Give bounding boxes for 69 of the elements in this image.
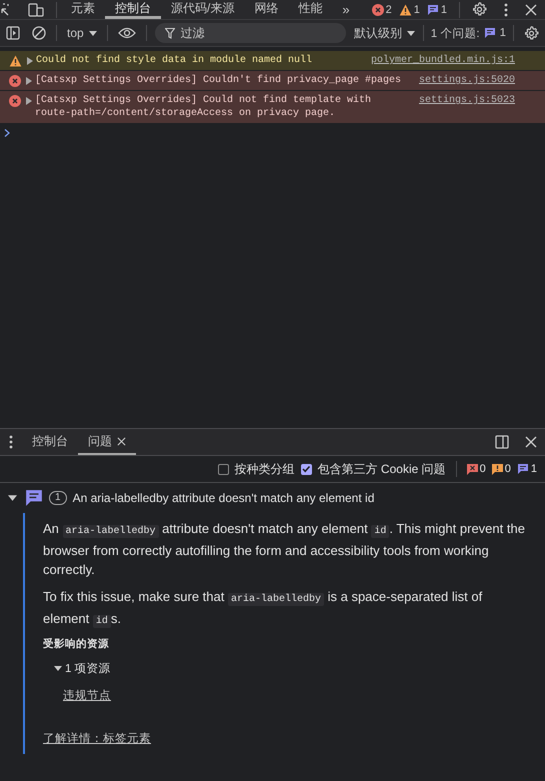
expand-arrow-icon <box>27 57 33 65</box>
section-heading: 受影响的资源 <box>43 637 109 651</box>
error-icon <box>372 4 384 16</box>
issue-description: To fix this issue, make sure that aria-labelledby is a space-separated list of element id s. <box>43 588 484 630</box>
clear-icon[interactable] <box>32 26 46 40</box>
sidebar-toggle-icon[interactable] <box>6 26 20 40</box>
count-badge: 1 <box>49 491 67 505</box>
panel-tab[interactable]: 源代码/来源 <box>161 0 244 19</box>
count-label: 1 <box>530 463 537 475</box>
message-icon <box>516 463 529 475</box>
caret-icon <box>88 30 97 36</box>
panel-tab[interactable]: 性能 <box>288 0 332 19</box>
count-label: 0 <box>480 463 486 475</box>
issue-description: An aria-labelledby attribute doesn't match any element id . This might prevent the browser from correctly autofilling the form and accessibility tools from working correctly. <box>43 520 526 579</box>
more-options-icon[interactable] <box>9 435 13 449</box>
settings-icon[interactable] <box>472 2 487 17</box>
more-options-icon[interactable] <box>504 2 508 16</box>
issue-header[interactable]: 1 An aria-labelledby attribute doesn't match any element id <box>0 483 545 513</box>
panel-tab[interactable]: 网络 <box>244 0 288 19</box>
checkbox[interactable] <box>300 464 312 474</box>
warning-icon <box>398 4 412 16</box>
checkbox[interactable] <box>218 464 229 474</box>
message-text: Could not find style data in module named null <box>36 54 314 67</box>
expand-arrow-icon <box>26 77 32 85</box>
resources-toggle[interactable]: 1 项资源 <box>54 661 111 676</box>
check-icon <box>301 464 312 474</box>
node-link[interactable]: 违规节点 <box>63 688 111 703</box>
issue-counter[interactable]: 2 1 1 <box>372 4 455 16</box>
device-icon[interactable] <box>28 2 44 16</box>
settings-icon[interactable] <box>524 26 539 40</box>
dock-side-icon[interactable] <box>495 435 509 449</box>
more-tabs-button[interactable]: » <box>332 2 360 17</box>
count-label: 2 <box>386 4 392 16</box>
filter-field[interactable]: 过滤 <box>154 23 346 43</box>
warning-flag-icon <box>492 464 503 474</box>
collapse-arrow-icon <box>54 666 62 671</box>
source-link[interactable]: settings.js:5020 <box>418 74 515 87</box>
eye-icon[interactable] <box>118 27 136 39</box>
filter-icon <box>164 28 175 39</box>
close-icon[interactable] <box>525 4 537 16</box>
expand-arrow-icon <box>26 97 32 105</box>
drawer-tab[interactable]: 控制台 <box>22 429 78 455</box>
inspect-icon[interactable] <box>0 2 10 16</box>
source-link[interactable]: polymer_bundled.min.js:1 <box>370 54 515 67</box>
source-link[interactable]: settings.js:5023 <box>418 94 515 107</box>
option-label[interactable]: 包含第三方 Cookie 问题 <box>318 460 446 478</box>
learn-more-link[interactable]: 了解详情：标签元素 <box>43 731 151 746</box>
close-icon[interactable] <box>117 436 126 446</box>
error-flag-icon <box>466 464 478 474</box>
message-icon <box>426 4 439 16</box>
message-icon <box>25 489 43 507</box>
option-label[interactable]: 按种类分组 <box>234 460 295 478</box>
log-level-dropdown[interactable]: 默认级别 <box>350 24 419 42</box>
message-icon <box>484 27 496 39</box>
caret-icon <box>406 30 415 36</box>
error-icon <box>9 95 21 107</box>
close-icon[interactable] <box>525 436 537 448</box>
count-label: 0 <box>504 463 511 475</box>
error-icon <box>9 75 21 87</box>
message-text: [Catsxp Settings Overrides] Could not find template with route-path=/content/storageAccess on privacy page. <box>35 94 372 120</box>
prompt-icon <box>4 129 10 137</box>
message-text: [Catsxp Settings Overrides] Couldn't find privacy_page #pages <box>35 74 402 87</box>
count-label: 1 <box>440 4 447 16</box>
count-label: 1 <box>414 4 420 16</box>
warning-icon <box>9 55 22 67</box>
panel-tab[interactable]: 元素 <box>61 0 105 19</box>
drawer-tab[interactable]: 问题 <box>78 429 136 455</box>
issues-button[interactable]: 1 个问题: 1 <box>428 26 509 40</box>
context-dropdown[interactable]: top <box>61 26 103 40</box>
